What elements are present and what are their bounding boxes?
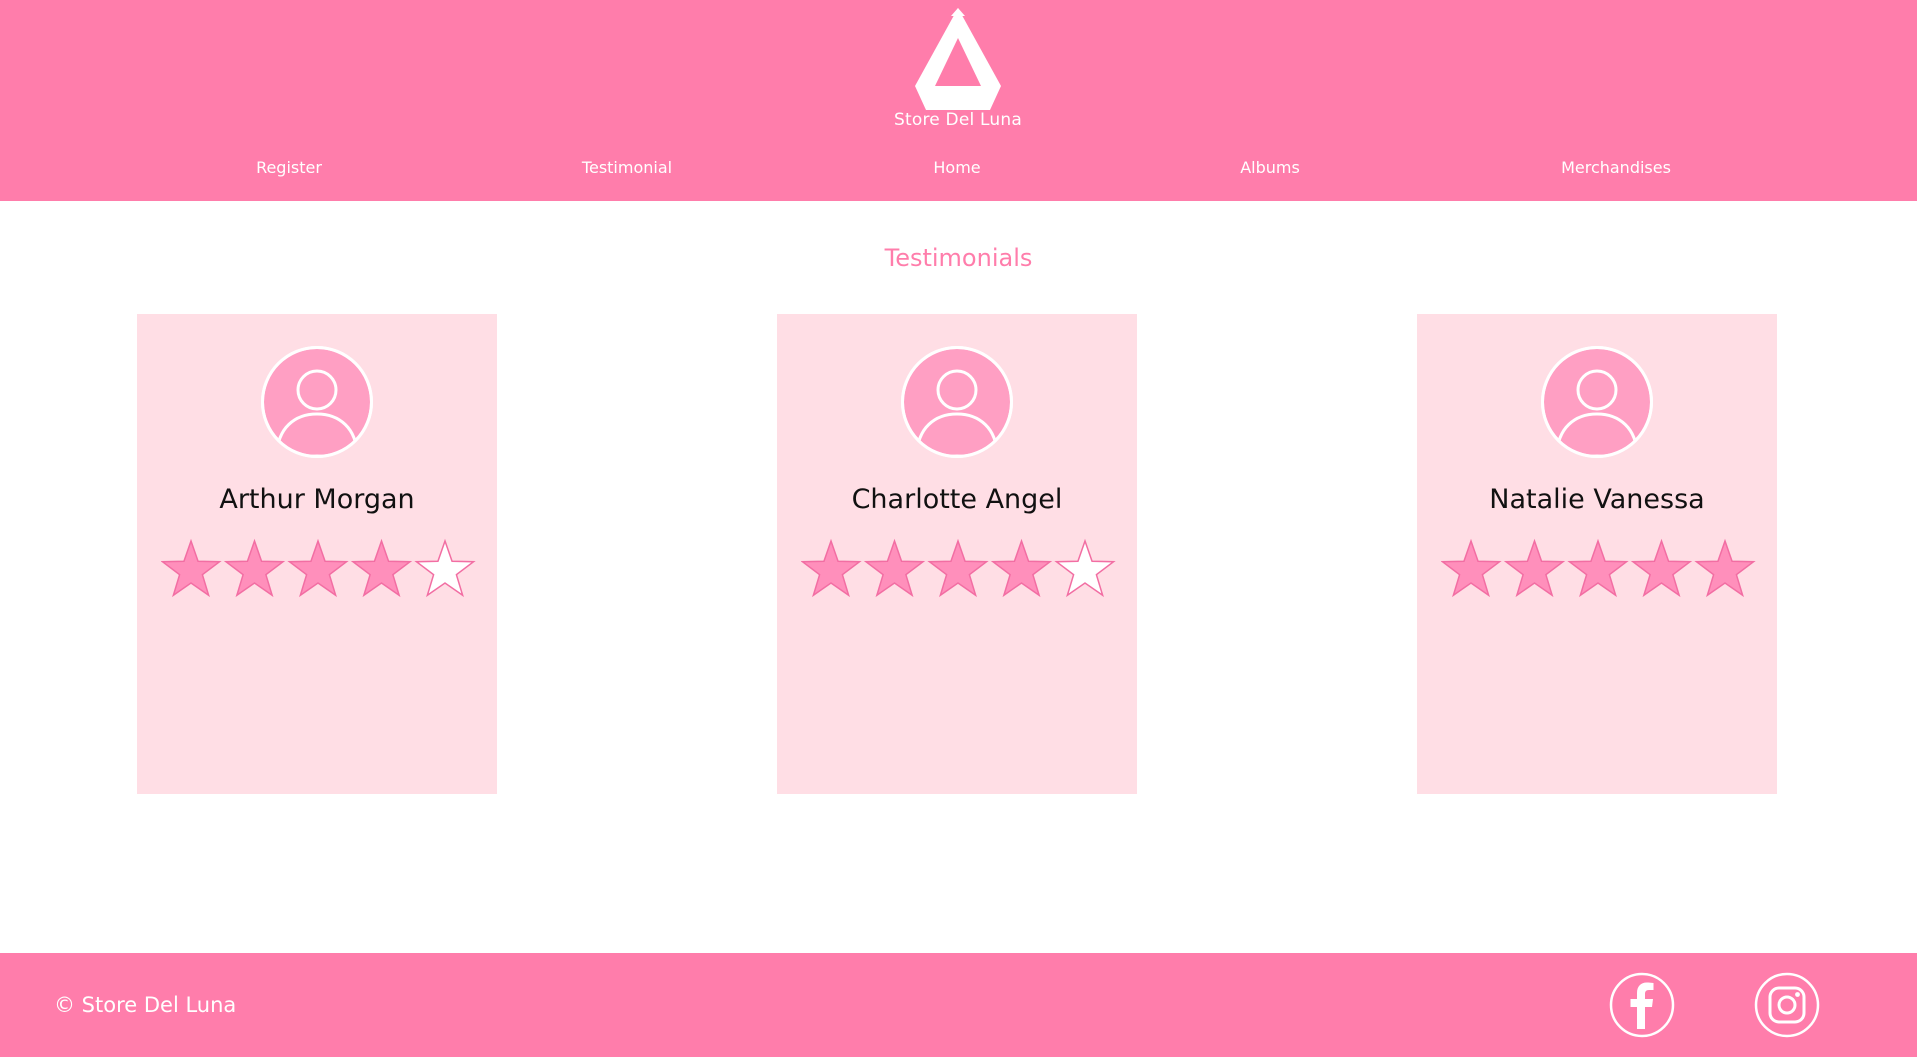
nav-testimonial[interactable]: Testimonial <box>582 158 672 177</box>
user-avatar-icon <box>261 346 373 458</box>
star-empty-icon <box>1054 538 1116 598</box>
user-avatar-icon <box>901 346 1013 458</box>
star-rating <box>161 538 476 598</box>
star-filled-icon <box>287 538 349 598</box>
nav-register[interactable]: Register <box>256 158 322 177</box>
star-empty-icon <box>414 538 476 598</box>
section-title: Testimonials <box>884 244 1033 272</box>
star-filled-icon <box>1441 538 1502 598</box>
star-filled-icon <box>223 538 286 598</box>
star-filled-icon <box>927 538 989 598</box>
nav-albums[interactable]: Albums <box>1240 158 1300 177</box>
star-filled-icon <box>1694 538 1756 598</box>
main-navigation: Register Testimonial Home Albums Merchan… <box>0 158 1917 184</box>
star-rating <box>1441 538 1756 598</box>
star-filled-icon <box>161 538 222 598</box>
reviewer-name: Natalie Vanessa <box>1489 484 1705 515</box>
testimonial-card: Natalie Vanessa <box>1417 314 1777 794</box>
user-avatar-icon <box>1541 346 1653 458</box>
reviewer-name: Arthur Morgan <box>219 484 415 515</box>
instagram-icon[interactable] <box>1754 972 1820 1038</box>
star-filled-icon <box>801 538 862 598</box>
store-del-luna-logo-icon <box>915 8 1001 110</box>
site-footer: © Store Del Luna <box>0 953 1917 1057</box>
brand-logo[interactable]: Store Del Luna <box>893 6 1023 134</box>
testimonial-card: Charlotte Angel <box>777 314 1137 794</box>
nav-home[interactable]: Home <box>933 158 980 177</box>
star-filled-icon <box>1630 538 1693 598</box>
star-filled-icon <box>1567 538 1629 598</box>
site-header: Store Del Luna Register Testimonial Home… <box>0 0 1917 201</box>
nav-merchandises[interactable]: Merchandises <box>1561 158 1671 177</box>
facebook-icon[interactable] <box>1609 972 1675 1038</box>
copyright-text: © Store Del Luna <box>54 993 237 1017</box>
star-filled-icon <box>350 538 413 598</box>
star-filled-icon <box>863 538 926 598</box>
brand-name: Store Del Luna <box>894 110 1022 130</box>
star-filled-icon <box>990 538 1053 598</box>
testimonial-card: Arthur Morgan <box>137 314 497 794</box>
reviewer-name: Charlotte Angel <box>851 484 1063 515</box>
star-rating <box>801 538 1116 598</box>
star-filled-icon <box>1503 538 1566 598</box>
